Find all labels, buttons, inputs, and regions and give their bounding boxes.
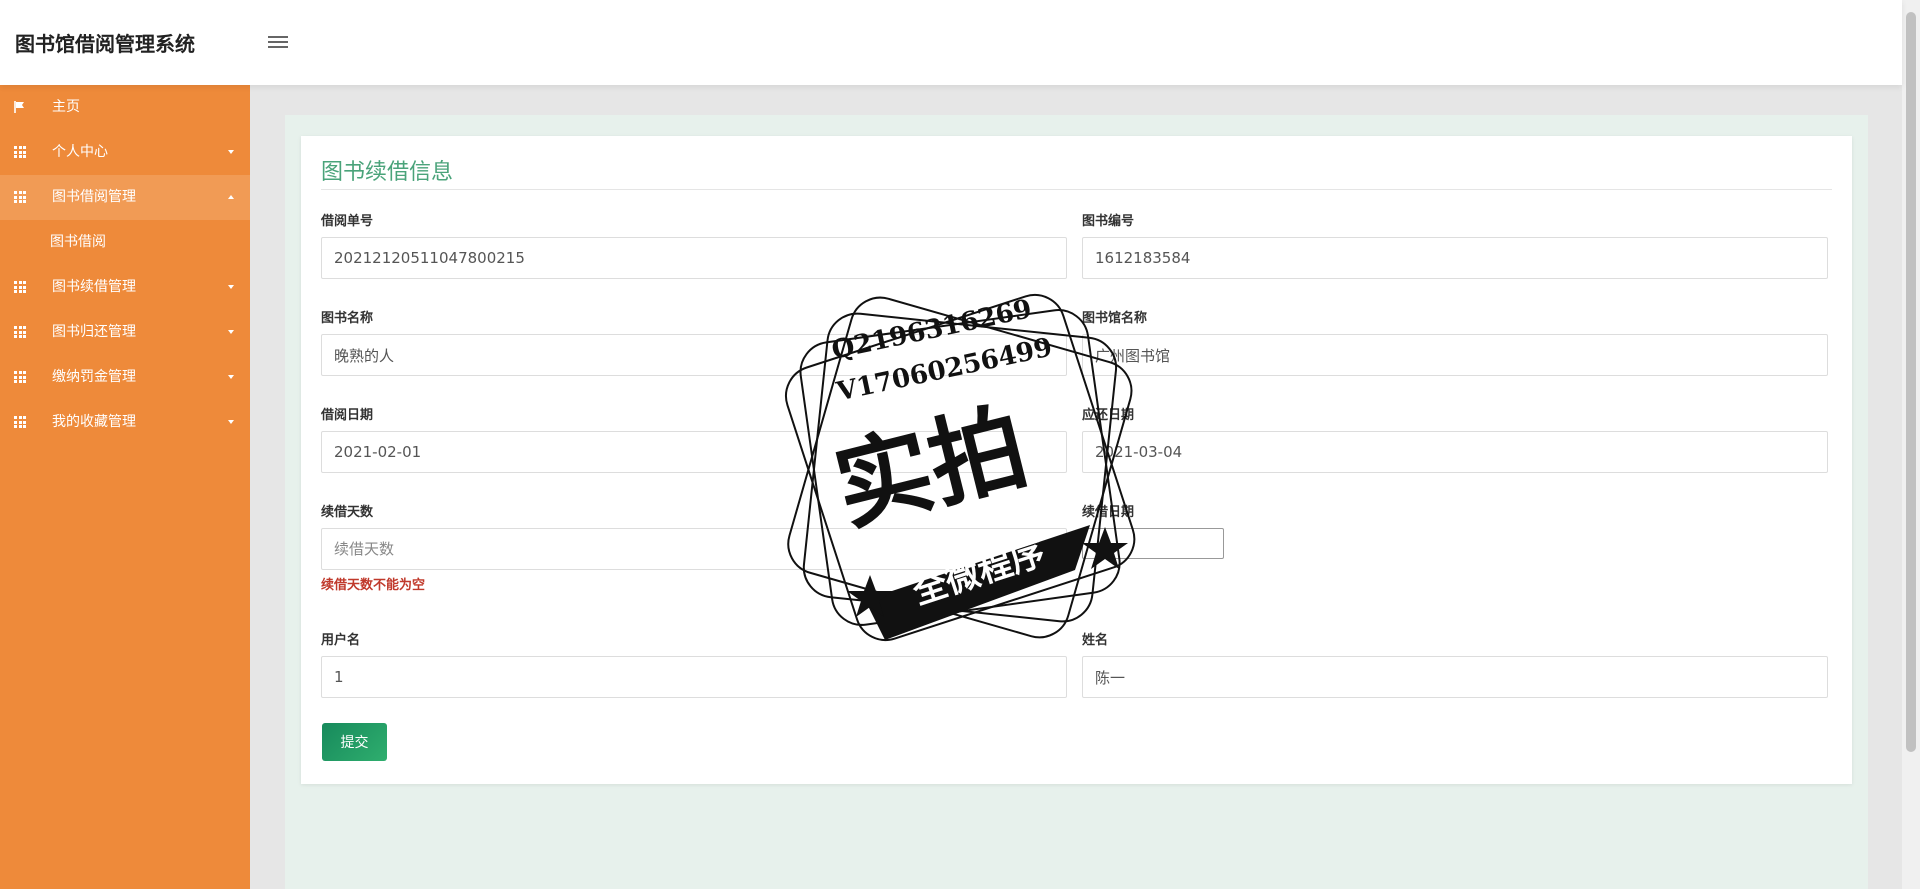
- renew-date-picker[interactable]: [1082, 528, 1224, 559]
- sidebar-item-label: 图书续借管理: [52, 279, 136, 295]
- sidebar-item-label: 主页: [52, 99, 80, 115]
- sidebar-item-fine-management[interactable]: 缴纳罚金管理: [0, 355, 250, 400]
- chevron-down-icon: [228, 375, 234, 379]
- top-header: 图书馆借阅管理系统: [0, 0, 1902, 85]
- grid-icon: [14, 416, 26, 428]
- grid-icon: [14, 326, 26, 338]
- sidebar-item-favorites-management[interactable]: 我的收藏管理: [0, 400, 250, 445]
- sidebar-subitem-borrow[interactable]: 图书借阅: [0, 220, 250, 265]
- scrollbar[interactable]: [1902, 0, 1920, 889]
- hamburger-menu-icon[interactable]: [266, 33, 290, 53]
- username-label: 用户名: [321, 633, 361, 648]
- borrow-date-field[interactable]: [321, 431, 1067, 473]
- sidebar-item-label: 个人中心: [52, 144, 108, 160]
- chevron-down-icon: [228, 150, 234, 154]
- renew-days-label: 续借天数: [321, 505, 374, 520]
- sidebar-item-return-management[interactable]: 图书归还管理: [0, 310, 250, 355]
- chevron-down-icon: [228, 420, 234, 424]
- borrow-no-label: 借阅单号: [321, 214, 374, 229]
- sidebar-item-home[interactable]: 主页: [0, 85, 250, 130]
- sidebar: 主页 个人中心 图书借阅管理 图书借阅 图书续借管理 图书归还管理 缴纳罚金管理…: [0, 85, 250, 889]
- renew-form-card: 图书续借信息 借阅单号 图书编号 图书名称 图书馆名称 借阅日期 应还日期 续借…: [301, 136, 1852, 784]
- grid-icon: [14, 191, 26, 203]
- username-field[interactable]: [321, 656, 1067, 698]
- grid-icon: [14, 371, 26, 383]
- page-title: 图书续借信息: [321, 160, 454, 185]
- sidebar-item-label: 我的收藏管理: [52, 414, 136, 430]
- borrow-no-field[interactable]: [321, 237, 1067, 279]
- book-name-label: 图书名称: [321, 311, 374, 326]
- renew-days-field[interactable]: [321, 528, 1067, 570]
- library-name-label: 图书馆名称: [1082, 311, 1148, 326]
- sidebar-item-personal-center[interactable]: 个人中心: [0, 130, 250, 175]
- renew-date-label: 续借日期: [1082, 505, 1135, 520]
- book-name-field[interactable]: [321, 334, 1067, 376]
- sidebar-item-renew-management[interactable]: 图书续借管理: [0, 265, 250, 310]
- library-name-field[interactable]: [1082, 334, 1828, 376]
- scrollbar-thumb[interactable]: [1906, 12, 1916, 752]
- book-no-field[interactable]: [1082, 237, 1828, 279]
- sidebar-item-label: 图书归还管理: [52, 324, 136, 340]
- app-title: 图书馆借阅管理系统: [15, 32, 195, 56]
- renew-days-error: 续借天数不能为空: [321, 578, 426, 593]
- due-date-label: 应还日期: [1082, 408, 1135, 423]
- name-label: 姓名: [1082, 633, 1109, 648]
- sidebar-item-label: 图书借阅管理: [52, 189, 136, 205]
- sidebar-item-label: 缴纳罚金管理: [52, 369, 136, 385]
- chevron-down-icon: [228, 330, 234, 334]
- flag-icon: [14, 101, 24, 113]
- book-no-label: 图书编号: [1082, 214, 1135, 229]
- due-date-field[interactable]: [1082, 431, 1828, 473]
- divider: [321, 189, 1832, 190]
- grid-icon: [14, 146, 26, 158]
- name-field[interactable]: [1082, 656, 1828, 698]
- borrow-date-label: 借阅日期: [321, 408, 374, 423]
- chevron-up-icon: [228, 195, 234, 199]
- sidebar-item-borrow-management[interactable]: 图书借阅管理: [0, 175, 250, 220]
- grid-icon: [14, 281, 26, 293]
- chevron-down-icon: [228, 285, 234, 289]
- submit-button[interactable]: 提交: [322, 723, 387, 761]
